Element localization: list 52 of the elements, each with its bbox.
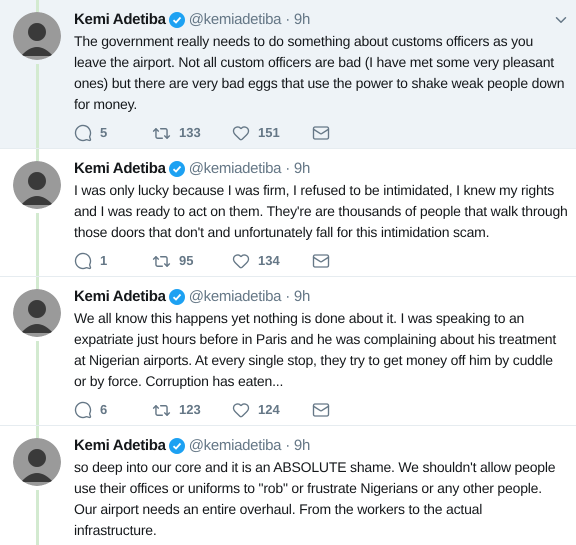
speech-bubble-icon [74,401,92,419]
envelope-icon [312,124,330,142]
tweet-card[interactable] [0,277,576,426]
separator-dot: · [285,159,290,179]
avatar[interactable] [13,161,61,209]
reply-button[interactable]: 5 [74,123,152,143]
envelope-icon [312,401,330,419]
heart-icon [232,401,250,419]
reply-button[interactable]: 1 [74,251,152,271]
message-button[interactable] [312,252,330,270]
like-button[interactable]: 151 [232,123,312,143]
separator-dot: · [285,10,290,30]
envelope-icon [312,252,330,270]
author-name[interactable]: Kemi Adetiba [74,10,166,30]
like-button[interactable]: 124 [232,400,312,420]
separator-dot: · [285,287,290,307]
reply-button[interactable]: 6 [74,400,152,420]
message-button[interactable] [312,401,330,419]
verified-badge-icon [168,438,185,454]
message-button[interactable] [312,124,330,142]
tweet-time[interactable]: 9h [294,287,310,307]
author-name[interactable]: Kemi Adetiba [74,287,166,307]
author-handle[interactable]: @kemiadetiba [188,159,282,179]
tweet-text: The government really needs to do something about customs officers as you leave the airport. Not all custom officers are bad (I have met some very pleasant ones) but there are very bad eggs that use the power to shake weak people down for money. [74,32,566,114]
tweet-text: so deep into our core and it is an ABSOLUTE shame. We shouldn't allow people use their offices or uniforms to "rob" or frustrate Nigerians or any other people. Our airport needs an entire overhaul. From the workers to the actual infrastructure. [74,458,556,540]
author-handle[interactable]: @kemiadetiba [188,10,282,30]
tweet-text: I was only lucky because I was firm, I refused to be intimidated, I knew my rights and I was ready to act on them. They're are thousands of people that walk through those doors that don't and unfortunately fall for this intimidation scam. [74,181,569,242]
author-name[interactable]: Kemi Adetiba [74,436,166,456]
verified-badge-icon [168,289,185,305]
verified-badge-icon [168,161,185,177]
speech-bubble-icon [74,124,92,142]
tweet-time[interactable]: 9h [294,10,310,30]
avatar[interactable] [13,438,61,486]
tweet-time[interactable]: 9h [294,159,310,179]
avatar[interactable] [13,12,61,60]
author-handle[interactable]: @kemiadetiba [188,436,282,456]
verified-badge-icon [168,12,185,28]
retweet-button[interactable]: 133 [152,123,232,143]
tweet-card[interactable] [0,149,576,277]
author-handle[interactable]: @kemiadetiba [188,287,282,307]
retweet-button[interactable]: 123 [152,400,232,420]
tweet-text: We all know this happens yet nothing is done about it. I was speaking to an expatriate just hours before in Paris and he was complaining about his treatment at Nigerian airports. At every single stop, they try to get money off him by cuddle or by force. Corruption has eaten... [74,309,558,391]
separator-dot: · [285,436,290,456]
heart-icon [232,124,250,142]
like-button[interactable]: 134 [232,251,312,271]
retweet-button[interactable]: 95 [152,251,232,271]
tweet-time[interactable]: 9h [294,436,310,456]
tweet-card[interactable] [0,0,576,149]
speech-bubble-icon [74,252,92,270]
heart-icon [232,252,250,270]
avatar[interactable] [13,289,61,337]
author-name[interactable]: Kemi Adetiba [74,159,166,179]
